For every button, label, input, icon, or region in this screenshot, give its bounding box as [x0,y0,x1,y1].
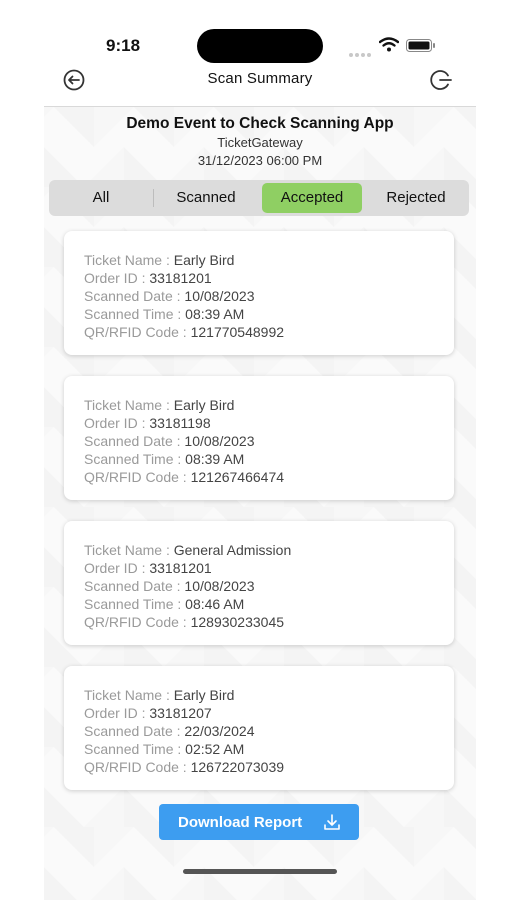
order-id-row: Order ID : 33181201 [84,559,212,577]
code-label: QR/RFID Code : [84,759,191,775]
wifi-icon [379,37,399,52]
scanned-time-value: 08:46 AM [185,596,245,612]
code-label: QR/RFID Code : [84,614,191,630]
ticket-name-value: Early Bird [173,397,235,413]
tab-rejected[interactable]: Rejected [366,183,466,213]
filter-tabs: All Scanned Accepted Rejected [49,180,469,216]
order-id-value: 33181201 [149,270,212,286]
tab-accepted[interactable]: Accepted [262,183,362,213]
ticket-card[interactable]: Ticket Name : Early Bird Order ID : 3318… [64,376,454,500]
code-row: QR/RFID Code : 121267466474 [84,468,284,486]
code-row: QR/RFID Code : 126722073039 [84,758,284,776]
navigation-bar: Scan Summary [44,62,476,107]
scanned-time-row: Scanned Time : 08:39 AM [84,450,244,468]
code-label: QR/RFID Code : [84,324,191,340]
scanned-time-label: Scanned Time : [84,306,186,322]
code-value: 128930233045 [190,614,285,630]
code-value: 121267466474 [190,469,285,485]
tab-scanned[interactable]: Scanned [155,183,257,213]
scanned-date-value: 10/08/2023 [184,288,255,304]
code-row: QR/RFID Code : 128930233045 [84,613,284,631]
scanned-date-row: Scanned Date : 22/03/2024 [84,722,254,740]
order-id-label: Order ID : [84,270,150,286]
ticket-name-value: Early Bird [173,687,235,703]
ticket-name-label: Ticket Name : [84,687,174,703]
order-id-row: Order ID : 33181207 [84,704,212,722]
scanned-date-row: Scanned Date : 10/08/2023 [84,577,254,595]
scanned-date-label: Scanned Date : [84,578,185,594]
tab-all[interactable]: All [53,183,149,213]
ticket-name-row: Ticket Name : General Admission [84,541,291,559]
order-id-label: Order ID : [84,560,150,576]
code-row: QR/RFID Code : 121770548992 [84,323,284,341]
download-icon [324,814,340,830]
code-value: 121770548992 [190,324,285,340]
order-id-value: 33181201 [149,560,212,576]
ticket-name-label: Ticket Name : [84,542,174,558]
tab-divider [153,189,154,207]
scanned-date-value: 22/03/2024 [184,723,255,739]
ticket-name-value: General Admission [173,542,292,558]
scanned-time-label: Scanned Time : [84,741,186,757]
page-title: Scan Summary [207,70,313,87]
home-indicator [183,869,337,874]
download-report-label: Download Report [178,814,303,831]
scan-summary-content: Demo Event to Check Scanning App TicketG… [44,107,476,900]
ticket-card[interactable]: Ticket Name : Early Bird Order ID : 3318… [64,666,454,790]
ticket-name-row: Ticket Name : Early Bird [84,686,234,704]
event-title: Demo Event to Check Scanning App [126,115,394,132]
ticket-name-label: Ticket Name : [84,252,174,268]
order-id-value: 33181207 [149,705,212,721]
code-label: QR/RFID Code : [84,469,191,485]
scanned-time-row: Scanned Time : 08:39 AM [84,305,244,323]
scanned-date-row: Scanned Date : 10/08/2023 [84,287,254,305]
order-id-value: 33181198 [149,415,211,431]
status-time: 9:18 [106,36,141,55]
scanned-date-row: Scanned Date : 10/08/2023 [84,432,254,450]
scanned-date-label: Scanned Date : [84,288,185,304]
scanned-time-label: Scanned Time : [84,596,186,612]
scanned-date-label: Scanned Date : [84,723,185,739]
download-report-button[interactable]: Download Report [159,804,359,840]
scanned-time-label: Scanned Time : [84,451,186,467]
scanned-time-value: 02:52 AM [185,741,245,757]
ticket-name-label: Ticket Name : [84,397,174,413]
order-id-label: Order ID : [84,705,150,721]
order-id-row: Order ID : 33181201 [84,269,212,287]
phone-screen: 9:18 Scan Summary Demo Event to Check Sc… [44,0,476,900]
scanned-date-value: 10/08/2023 [184,433,255,449]
scanned-time-row: Scanned Time : 08:46 AM [84,595,244,613]
logout-button[interactable] [428,66,456,94]
event-date: 31/12/2023 06:00 PM [197,153,323,168]
ticket-name-value: Early Bird [173,252,235,268]
scanned-date-label: Scanned Date : [84,433,185,449]
battery-icon [406,39,435,52]
scanned-time-row: Scanned Time : 02:52 AM [84,740,244,758]
order-id-label: Order ID : [84,415,150,431]
scanned-time-value: 08:39 AM [185,306,245,322]
signal-icon [349,44,373,62]
order-id-row: Order ID : 33181198 [84,414,211,432]
ticket-name-row: Ticket Name : Early Bird [84,396,234,414]
status-bar: 9:18 [44,0,476,63]
code-value: 126722073039 [190,759,285,775]
logout-icon [430,70,452,90]
ticket-card[interactable]: Ticket Name : General Admission Order ID… [64,521,454,645]
scanned-time-value: 08:39 AM [185,451,245,467]
ticket-card[interactable]: Ticket Name : Early Bird Order ID : 3318… [64,231,454,355]
dynamic-island [197,29,323,63]
event-organizer: TicketGateway [217,135,303,150]
scanned-date-value: 10/08/2023 [184,578,255,594]
ticket-name-row: Ticket Name : Early Bird [84,251,234,269]
